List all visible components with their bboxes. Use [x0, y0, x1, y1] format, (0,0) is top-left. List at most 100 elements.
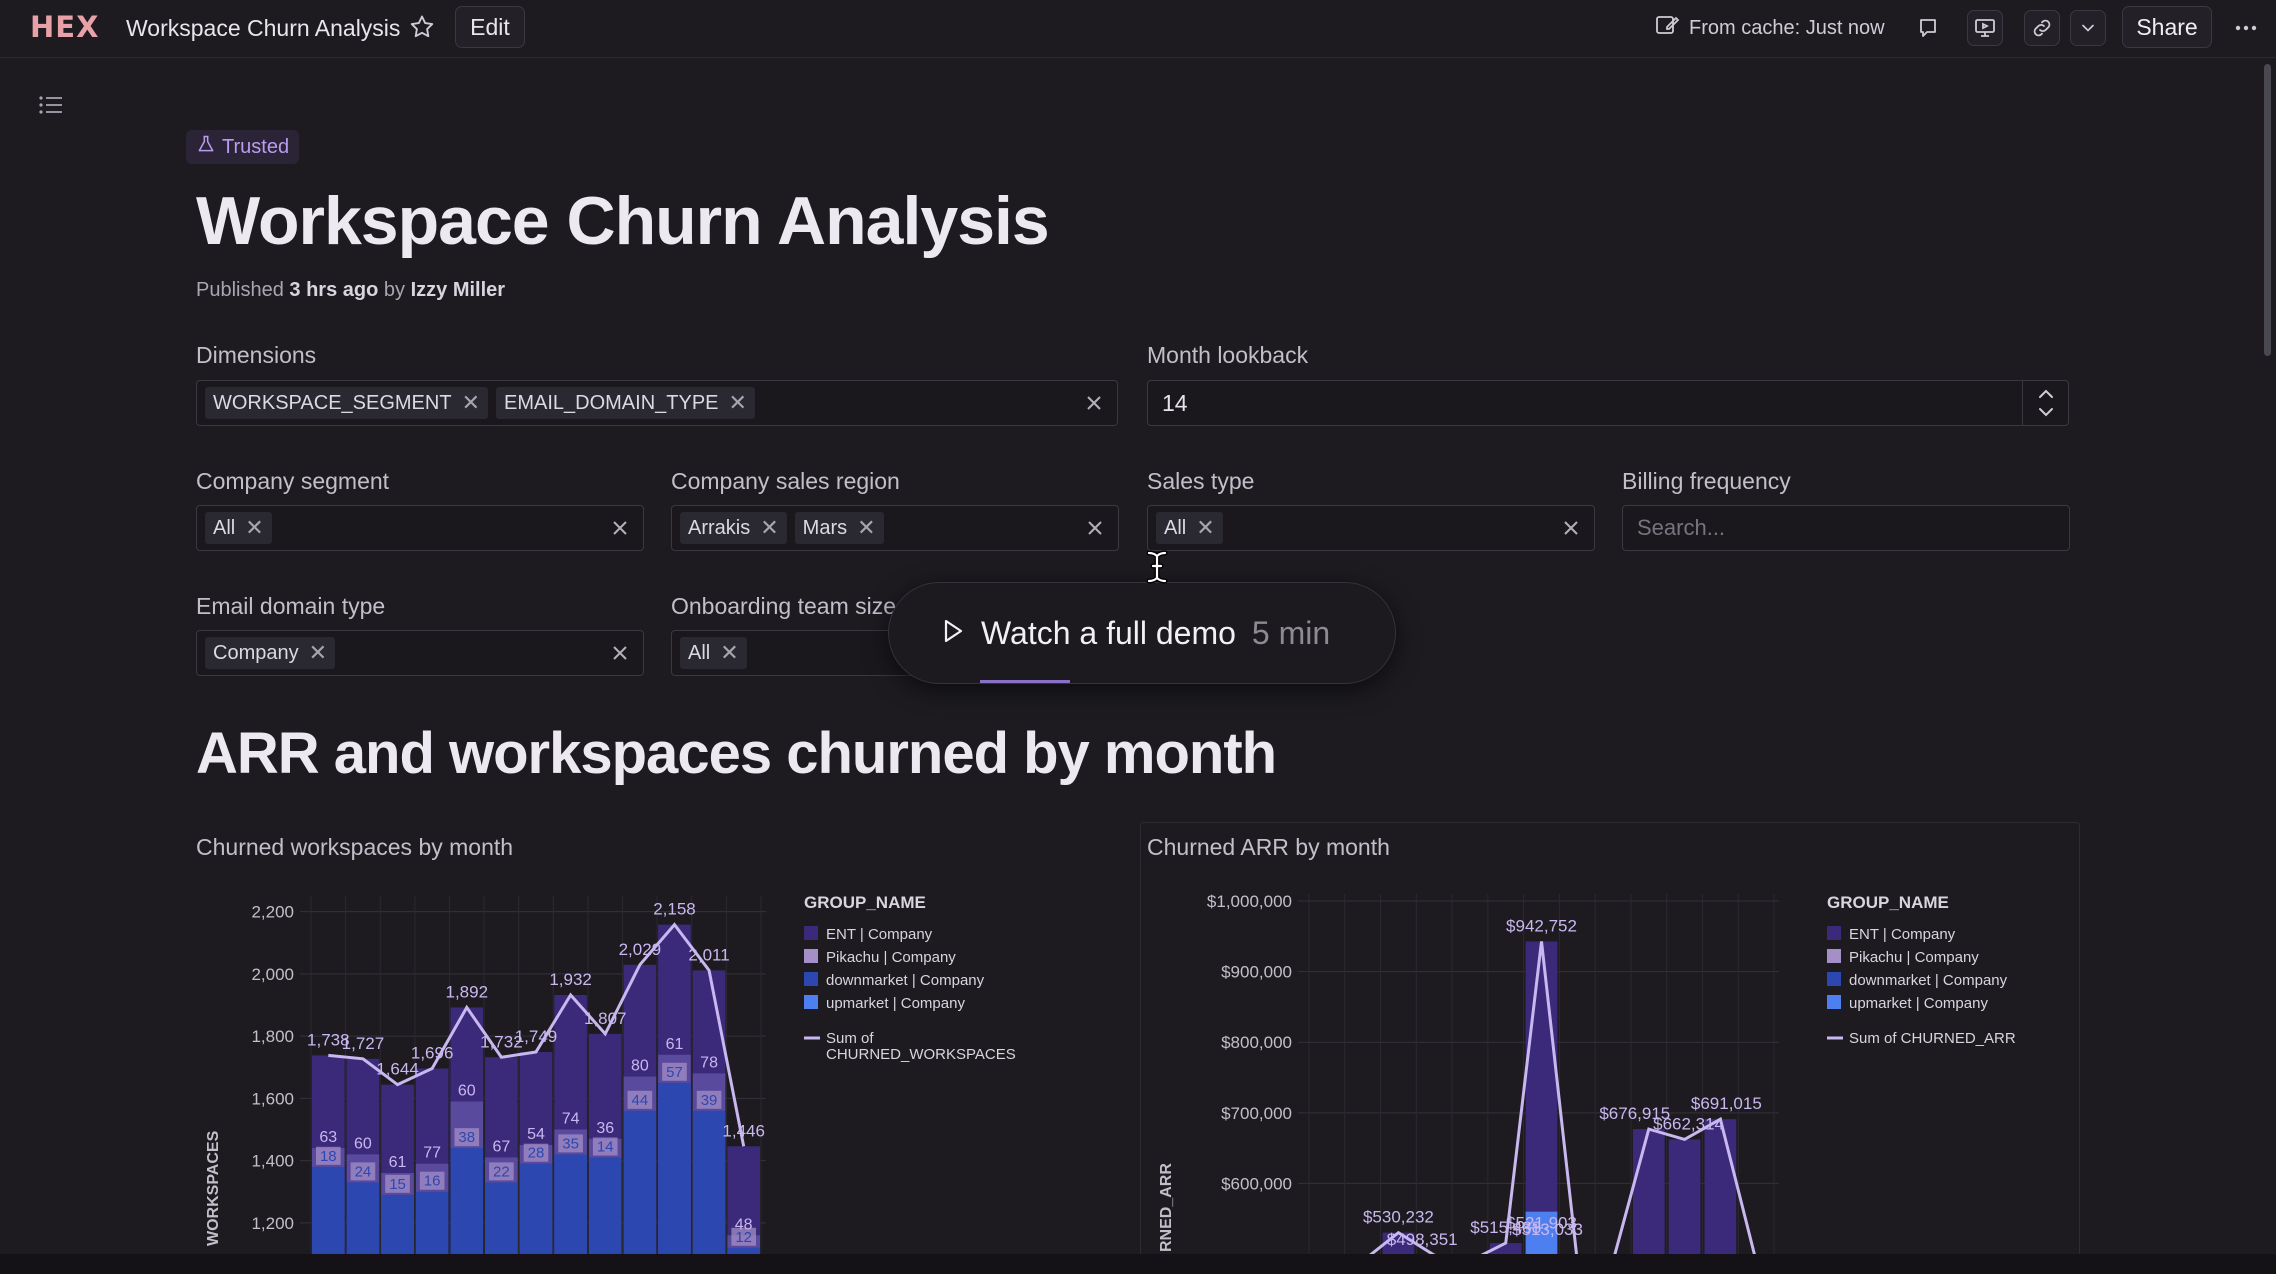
clear-icon[interactable] — [609, 517, 631, 539]
dimensions-multiselect[interactable]: WORKSPACE_SEGMENT ✕ EMAIL_DOMAIN_TYPE ✕ — [196, 380, 1118, 426]
legend-item: upmarket | Company — [826, 995, 965, 1012]
month-lookback-input[interactable]: 14 — [1147, 380, 2069, 426]
star-icon[interactable] — [408, 13, 436, 41]
segment-label: 44 — [632, 1092, 649, 1109]
bar-downmarket — [485, 1182, 518, 1254]
legend-item: downmarket | Company — [1849, 972, 2008, 989]
y-axis-label: WORKSPACES — [205, 1130, 222, 1246]
company-sales-region-label: Company sales region — [671, 468, 900, 494]
tag-mars[interactable]: Mars ✕ — [794, 512, 884, 544]
remove-tag-icon[interactable]: ✕ — [720, 642, 738, 664]
legend-swatch — [804, 972, 818, 986]
y-tick-label: $800,000 — [1221, 1033, 1292, 1052]
company-segment-multiselect[interactable]: All ✕ — [196, 505, 644, 551]
y-tick-label: 1,200 — [251, 1214, 294, 1233]
outline-list-icon[interactable] — [38, 94, 66, 118]
tag-arrakis[interactable]: Arrakis ✕ — [680, 512, 787, 544]
legend-swatch — [804, 949, 818, 963]
workspaces-chart: 18 63 24 60 15 61 16 77 38 60 22 67 28 54 35 74 1436 44 80… — [205, 893, 1016, 1254]
segment-label: 78 — [700, 1054, 718, 1071]
y-tick-label: 2,200 — [251, 903, 294, 922]
tag-all[interactable]: All ✕ — [205, 512, 272, 544]
cache-status[interactable]: From cache: Just now — [1655, 14, 1885, 42]
tag-all[interactable]: All ✕ — [680, 637, 747, 669]
doc-title[interactable]: Workspace Churn Analysis — [126, 14, 400, 42]
billing-frequency-placeholder[interactable]: Search... — [1631, 515, 1725, 541]
segment-label: 60 — [458, 1082, 476, 1099]
legend-line-label: CHURNED_WORKSPACES — [826, 1046, 1016, 1063]
bottom-scroll-area — [0, 1254, 2276, 1274]
segment-label: 14 — [597, 1138, 614, 1155]
more-icon[interactable] — [2228, 10, 2264, 46]
line-data-label: 2,011 — [688, 945, 729, 964]
legend-swatch — [1827, 972, 1841, 986]
demo-progress-bar — [980, 680, 1070, 683]
tag-email-domain-type[interactable]: EMAIL_DOMAIN_TYPE ✕ — [496, 387, 755, 419]
number-stepper[interactable] — [2022, 381, 2068, 425]
email-domain-type-multiselect[interactable]: Company ✕ — [196, 630, 644, 676]
remove-tag-icon[interactable]: ✕ — [1196, 517, 1214, 539]
chevron-down-icon[interactable] — [2070, 10, 2106, 46]
present-icon[interactable] — [1967, 10, 2003, 46]
segment-label: 54 — [527, 1126, 545, 1143]
bar-ent — [1525, 941, 1558, 1254]
edit-button[interactable]: Edit — [455, 6, 525, 48]
company-sales-region-multiselect[interactable]: Arrakis ✕ Mars ✕ — [671, 505, 1119, 551]
segment-label: 28 — [528, 1145, 545, 1162]
link-icon[interactable] — [2024, 10, 2060, 46]
segment-label: 38 — [458, 1129, 475, 1146]
legend-swatch — [1827, 926, 1841, 940]
sales-type-multiselect[interactable]: All ✕ — [1147, 505, 1595, 551]
legend-item: upmarket | Company — [1849, 995, 1988, 1012]
legend-item: ENT | Company — [826, 926, 933, 943]
published-time: 3 hrs ago — [289, 279, 379, 301]
arr-chart-title: Churned ARR by month — [1147, 834, 1390, 860]
y-tick-label: 1,600 — [251, 1089, 294, 1108]
tag-all[interactable]: All ✕ — [1156, 512, 1223, 544]
tag-company[interactable]: Company ✕ — [205, 637, 336, 669]
share-button[interactable]: Share — [2122, 6, 2212, 48]
remove-tag-icon[interactable]: ✕ — [857, 517, 875, 539]
bar-downmarket — [623, 1110, 657, 1254]
segment-label: 35 — [562, 1135, 579, 1152]
cache-edit-icon — [1655, 13, 1681, 43]
watch-demo-button[interactable]: Watch a full demo 5 min — [888, 582, 1396, 684]
email-domain-type-label: Email domain type — [196, 593, 386, 619]
company-segment-label: Company segment — [196, 468, 390, 494]
segment-label: 16 — [424, 1173, 441, 1190]
bar-downmarket — [588, 1157, 622, 1254]
segment-label: 57 — [666, 1064, 683, 1081]
line-data-label: 1,727 — [342, 1034, 385, 1053]
clear-icon[interactable] — [609, 642, 631, 664]
hex-logo[interactable]: HEX — [30, 13, 98, 42]
remove-tag-icon[interactable]: ✕ — [729, 392, 747, 414]
tag-workspace-segment[interactable]: WORKSPACE_SEGMENT ✕ — [205, 387, 488, 419]
billing-frequency-label: Billing frequency — [1622, 468, 1791, 494]
legend-line-label: Sum of — [826, 1030, 874, 1047]
y-axis-label: RNED_ARR — [1158, 1163, 1175, 1252]
remove-tag-icon[interactable]: ✕ — [309, 642, 327, 664]
remove-tag-icon[interactable]: ✕ — [245, 517, 263, 539]
segment-label: 48 — [735, 1216, 753, 1233]
clear-icon[interactable] — [1084, 517, 1106, 539]
vertical-scrollbar[interactable] — [2264, 64, 2271, 356]
billing-frequency-search[interactable]: Search... — [1622, 505, 2070, 551]
legend-title: GROUP_NAME — [1827, 893, 1949, 912]
page-title: Workspace Churn Analysis — [196, 183, 1050, 259]
bar-downmarket — [415, 1191, 449, 1254]
clear-icon[interactable] — [1560, 517, 1582, 539]
line-data-label: 1,696 — [411, 1043, 454, 1062]
legend-swatch — [804, 995, 818, 1009]
clear-icon[interactable] — [1083, 392, 1105, 414]
month-lookback-label: Month lookback — [1147, 342, 1309, 368]
demo-duration: 5 min — [1251, 614, 1331, 651]
comment-icon[interactable] — [1910, 10, 1946, 46]
remove-tag-icon[interactable]: ✕ — [462, 392, 480, 414]
author-name[interactable]: Izzy Miller — [411, 279, 505, 301]
bar-downmarket — [519, 1163, 553, 1254]
month-lookback-value[interactable]: 14 — [1156, 390, 1188, 417]
bar-ent — [1668, 1139, 1701, 1254]
y-tick-label: $700,000 — [1221, 1104, 1292, 1123]
remove-tag-icon[interactable]: ✕ — [760, 517, 778, 539]
legend-item: downmarket | Company — [826, 972, 985, 989]
